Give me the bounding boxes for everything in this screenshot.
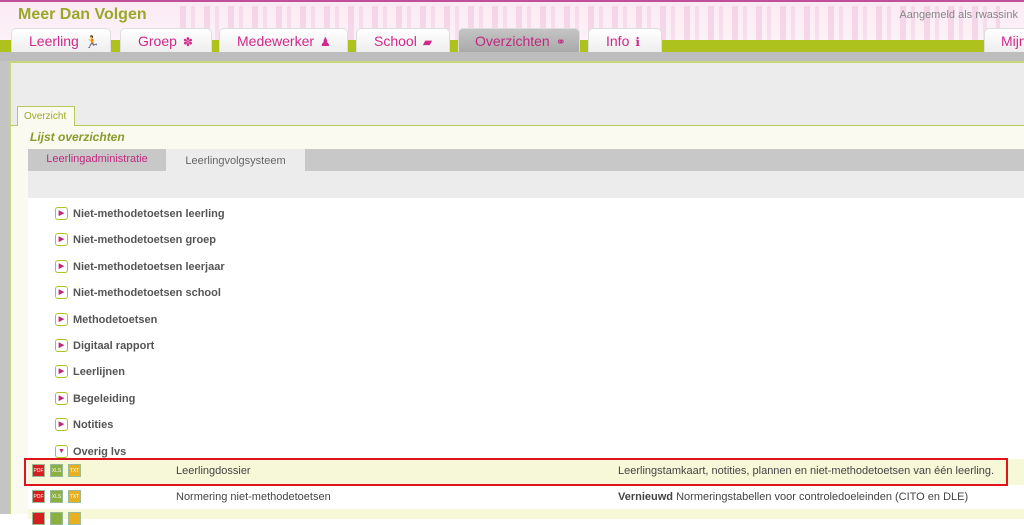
txt-icon[interactable]: TXT [68,490,81,503]
tab-overzichten[interactable]: Overzichten ⚭ [458,28,580,52]
category-label: Methodetoetsen [73,313,158,326]
expand-icon[interactable]: ▶ [55,391,68,405]
school-icon: ▰ [422,35,433,49]
category-item[interactable]: ▶ Digitaal rapport [55,336,154,352]
tab-label: Overzichten [475,33,550,49]
description-text: Normeringstabellen voor controledoeleind… [676,491,969,503]
expand-icon[interactable]: ▶ [55,418,68,432]
expand-icon[interactable]: ▶ [55,312,68,326]
category-label: Niet-methodetoetsen leerling [73,208,225,220]
toolbar-strip [28,171,1024,198]
tab-label: Medewerker [237,33,315,49]
category-label: Leerlijnen [73,366,125,379]
category-label: Niet-methodetoetsen leerjaar [73,260,225,273]
category-label: Niet-methodetoetsen groep [73,234,217,247]
category-item[interactable]: ▶ Niet-methodetoetsen leerling [55,204,225,220]
category-item[interactable]: ▶ Niet-methodetoetsen leerjaar [55,257,225,273]
person-icon: ♟ [320,35,331,49]
expanded-icon[interactable]: ▼ [55,444,68,458]
category-item[interactable]: ▶ Notities [55,415,114,432]
tab-medewerker[interactable]: Medewerker ♟ [219,28,348,52]
expand-icon[interactable]: ▶ [55,233,68,247]
report-name: Normering niet-methodetoetsen [176,491,331,503]
link-icon: ⚭ [555,35,566,49]
new-badge: Vernieuwd [618,491,674,503]
tab-mijn[interactable]: Mijn [984,28,1024,52]
group-icon: ✽ [182,35,193,49]
tab-leerlingvolgsysteem[interactable]: Leerlingvolgsysteem [166,149,305,171]
expand-icon[interactable]: ▶ [55,339,68,352]
category-label: Notities [73,419,114,432]
expand-icon[interactable]: ▶ [55,207,68,220]
tab-label: Info [606,33,630,49]
tab-label: Leerling [29,33,79,49]
category-label: Digitaal rapport [73,340,155,352]
running-child-icon: 🏃 [84,35,100,49]
tab-label: School [374,33,417,49]
category-item[interactable]: ▶ Methodetoetsen [55,310,157,326]
category-label: Begeleiding [73,392,136,405]
report-row[interactable] [28,509,1024,525]
app-title: Meer Dan Volgen [18,6,147,23]
category-label: Overig lvs [73,445,127,458]
divider [0,52,1024,61]
report-description: Vernieuwd Normeringstabellen voor contro… [618,491,968,503]
subtab-overzicht[interactable]: Overzicht [17,106,75,126]
category-label: Niet-methodetoetsen school [73,287,221,300]
login-status: Aangemeld als rwassink [899,9,1018,21]
category-item[interactable]: ▶ Niet-methodetoetsen groep [55,230,217,247]
pdf-icon[interactable]: PDF [32,490,45,503]
expand-icon[interactable]: ▶ [55,286,68,300]
tab-school[interactable]: School ▰ [356,28,450,52]
tab-leerlingadministratie[interactable]: Leerlingadministratie [28,149,166,171]
tab-label: Groep [138,33,177,49]
category-item[interactable]: ▶ Begeleiding [55,389,135,405]
category-item[interactable]: ▶ Niet-methodetoetsen school [55,283,221,300]
tab-groep[interactable]: Groep ✽ [120,28,212,52]
tab-label: Mijn [1001,33,1024,49]
expand-icon[interactable]: ▶ [55,365,68,379]
tab-info[interactable]: Info ℹ [588,28,662,52]
left-gutter [0,61,9,514]
info-icon: ℹ [635,35,640,49]
category-item[interactable]: ▼ Overig lvs [55,442,126,458]
expand-icon[interactable]: ▶ [55,259,68,273]
panel-title: Lijst overzichten [30,130,125,144]
tab-leerling[interactable]: Leerling 🏃 [11,28,111,52]
report-row[interactable]: PDF XLS TXT Normering niet-methodetoetse… [28,485,1024,509]
highlight-box [24,458,1008,486]
category-item[interactable]: ▶ Leerlijnen [55,362,125,379]
xls-icon[interactable]: XLS [50,490,63,503]
